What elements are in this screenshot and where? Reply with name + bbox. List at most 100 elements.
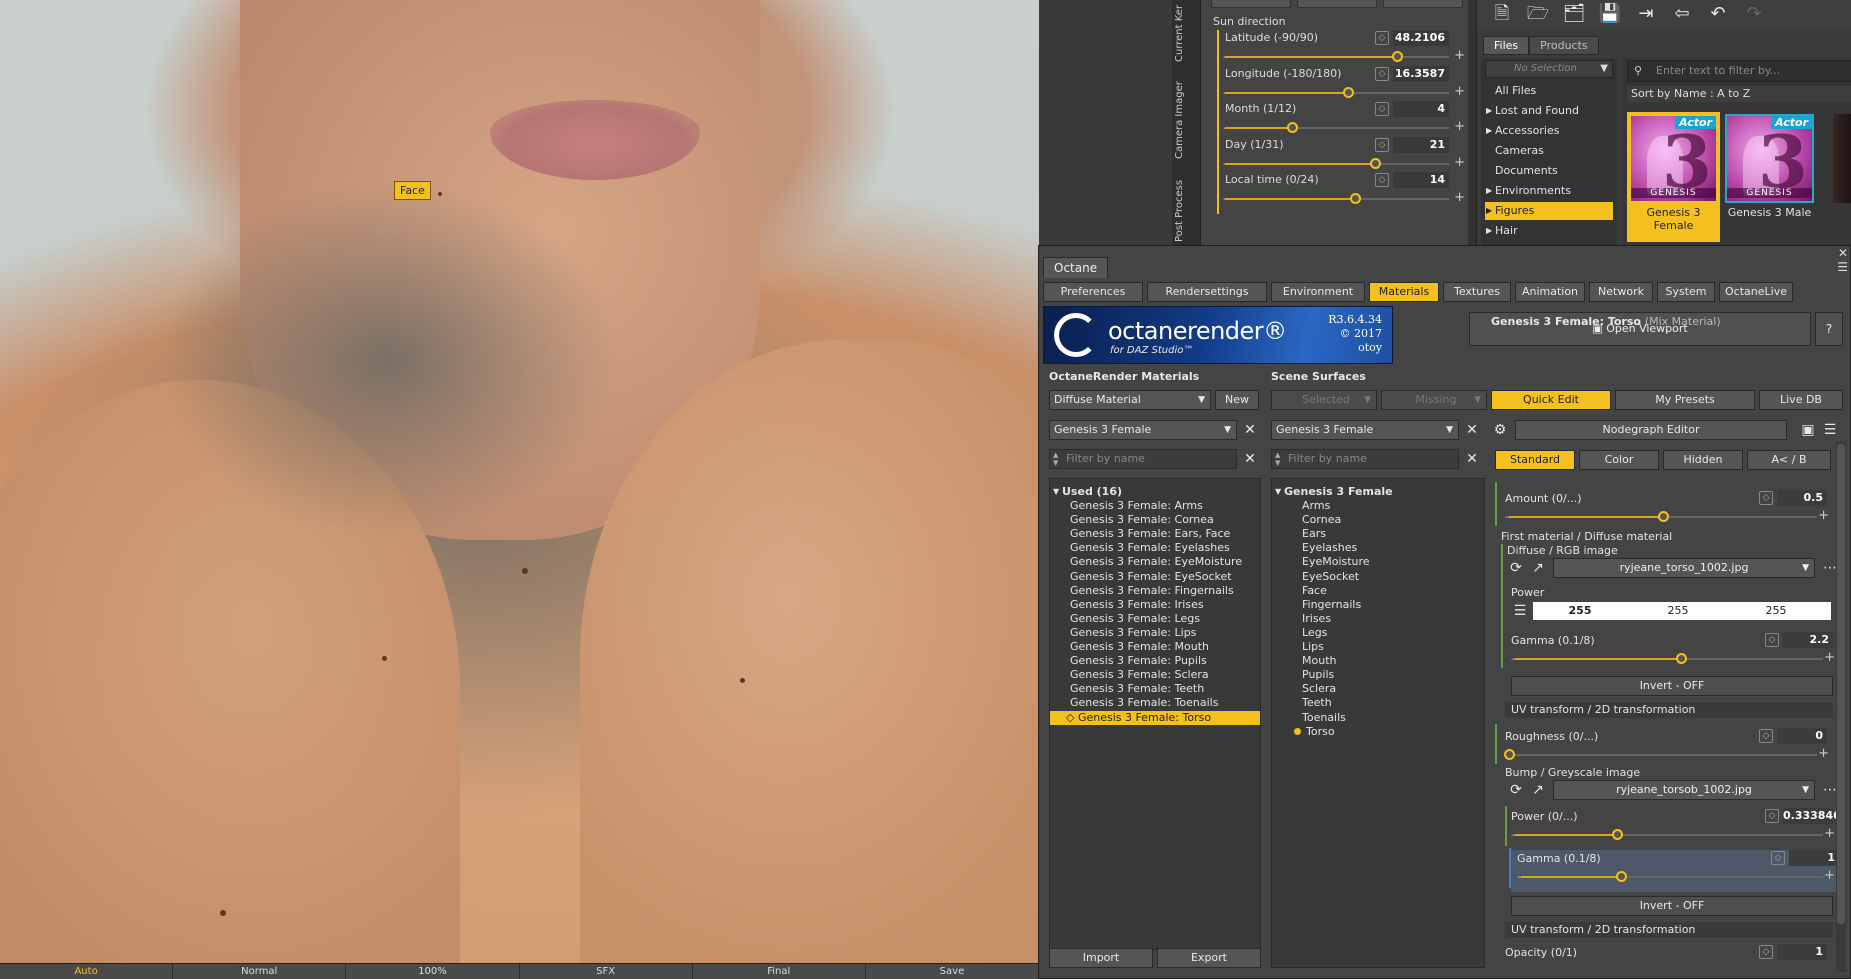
surface-list-item[interactable]: Lips (1272, 640, 1484, 654)
diffuse-file-dropdown[interactable]: ryjeane_torso_1002.jpg ▼ (1553, 558, 1815, 578)
surfaces-figure-dropdown[interactable]: Genesis 3 Female ▼ (1271, 420, 1459, 440)
refresh-icon[interactable]: ⟳ (1507, 559, 1525, 577)
slider-track[interactable] (1509, 511, 1817, 522)
library-selection-dropdown[interactable]: No Selection ▼ (1485, 60, 1613, 78)
material-list-item[interactable]: Genesis 3 Female: Arms (1050, 499, 1260, 513)
slider-handle[interactable] (1349, 193, 1361, 204)
slider-handle[interactable] (1658, 511, 1669, 522)
close-icon[interactable]: ✕ (1838, 246, 1848, 260)
view-standard[interactable]: Standard (1495, 450, 1575, 470)
open-folder-icon[interactable]: 🗁 (1523, 2, 1553, 26)
roughness-param[interactable]: Roughness (0/...)◇0–+ (1499, 728, 1833, 770)
library-item-genesis-3-male[interactable]: 3 Actor GENESIS Genesis 3 Male (1723, 112, 1816, 242)
status-final[interactable]: Final (693, 964, 866, 979)
tab-environment[interactable]: Environment (1271, 282, 1365, 302)
save-icon[interactable]: 💾 (1595, 2, 1625, 26)
tab-textures[interactable]: Textures (1443, 282, 1511, 302)
material-type-dropdown[interactable]: Diffuse Material ▼ (1049, 390, 1211, 410)
keyframe-icon[interactable]: ◇ (1375, 137, 1389, 152)
slider-track[interactable] (1515, 829, 1823, 840)
surface-list-item[interactable]: Teeth (1272, 696, 1484, 710)
octane-panel-title[interactable]: Octane (1043, 257, 1109, 278)
tab-system[interactable]: System (1657, 282, 1715, 302)
slider-handle[interactable] (1676, 653, 1688, 664)
library-tree-item[interactable]: ▶ Figures (1485, 202, 1613, 220)
surface-list-item[interactable]: Arms (1272, 499, 1484, 513)
surface-list-item[interactable]: Legs (1272, 626, 1484, 640)
uv-transform-row[interactable]: UV transform / 2D transformation (1505, 922, 1833, 938)
tab-camera-imager[interactable]: Camera Imager (1174, 80, 1198, 160)
param-value[interactable]: 0.333846 (1783, 808, 1841, 824)
green-value[interactable]: 255 (1633, 602, 1723, 620)
library-tree-item[interactable]: ▶ Lost and Found (1485, 102, 1613, 120)
sun-param-row[interactable]: Local time (0/24)◇14–+ (1217, 172, 1469, 214)
gamma-param[interactable]: Gamma (0.1/8) ◇ 2.2– + (1505, 632, 1839, 674)
face-node-tag[interactable]: Face (394, 181, 431, 200)
slider-track[interactable] (1225, 193, 1449, 204)
increment-icon[interactable]: + (1824, 826, 1835, 841)
opacity-value[interactable]: 1 (1777, 944, 1827, 960)
slider-handle[interactable] (1611, 829, 1623, 840)
surface-list-item[interactable]: Face (1272, 584, 1484, 598)
sun-open-map-button[interactable] (1383, 0, 1463, 8)
view-a-b[interactable]: A< / B (1747, 450, 1831, 470)
surfaces-selected-dropdown[interactable]: Selected ▼ (1271, 390, 1377, 410)
expand-arrow-icon[interactable]: ▼ (1275, 485, 1281, 499)
clear-figure-icon[interactable]: ✕ (1241, 421, 1259, 439)
keyframe-icon[interactable]: ◇ (1375, 66, 1389, 81)
surface-list-item[interactable]: Cornea (1272, 513, 1484, 527)
surface-list-item[interactable]: Torso (1272, 725, 1484, 739)
new-file-icon[interactable]: 🗎 (1487, 2, 1517, 26)
expand-arrow-icon[interactable]: ▶ (1486, 122, 1492, 140)
tab-post-process[interactable]: Post Process (1174, 178, 1198, 244)
sun-now-button[interactable] (1297, 0, 1377, 8)
surfaces-group-header[interactable]: ▼ Genesis 3 Female (1272, 485, 1484, 499)
tab-products[interactable]: Products (1529, 36, 1599, 55)
list-icon[interactable]: ☰ (1821, 421, 1839, 439)
surface-list-item[interactable]: Pupils (1272, 668, 1484, 682)
material-list-item[interactable]: Genesis 3 Female: Cornea (1050, 513, 1260, 527)
tab-animation[interactable]: Animation (1515, 282, 1585, 302)
tab-files[interactable]: Files (1483, 36, 1530, 55)
slider-handle[interactable] (1392, 51, 1404, 62)
tab-octanelive[interactable]: OctaneLive (1719, 282, 1793, 302)
surface-list-item[interactable]: EyeMoisture (1272, 555, 1484, 569)
status-save[interactable]: Save (866, 964, 1040, 979)
redo-icon[interactable]: ↷ (1739, 2, 1769, 26)
expand-arrow-icon[interactable]: ▶ (1486, 102, 1492, 120)
bump-gamma-param[interactable]: Gamma (0.1/8) ◇ 1– + (1511, 850, 1839, 892)
view-color[interactable]: Color (1579, 450, 1659, 470)
bump-power-param[interactable]: Power (0/...) ◇ 0.333846– + (1505, 808, 1841, 850)
material-list-item[interactable]: Genesis 3 Female: EyeSocket (1050, 570, 1260, 584)
status-normal[interactable]: Normal (173, 964, 347, 979)
material-list-item[interactable]: Genesis 3 Female: Fingernails (1050, 584, 1260, 598)
increment-icon[interactable]: + (1454, 84, 1465, 99)
surface-list-item[interactable]: Fingernails (1272, 598, 1484, 612)
tab-quick-edit[interactable]: Quick Edit (1491, 390, 1611, 410)
blue-value[interactable]: 255 (1731, 602, 1821, 620)
slider-handle[interactable] (1504, 749, 1515, 760)
material-list-item[interactable]: Genesis 3 Female: Sclera (1050, 668, 1260, 682)
snapshot-icon[interactable]: ▣ (1799, 421, 1817, 439)
param-value[interactable]: 2.2 (1783, 632, 1833, 648)
library-tree-item[interactable]: ▶ Environments (1485, 182, 1613, 200)
material-list-item[interactable]: Genesis 3 Female: Lips (1050, 626, 1260, 640)
material-list-item[interactable]: Genesis 3 Female: Eyelashes (1050, 541, 1260, 555)
help-button[interactable]: ? (1815, 312, 1843, 346)
slider-track[interactable] (1504, 749, 1817, 760)
keyframe-icon[interactable]: ◇ (1765, 633, 1779, 647)
increment-icon[interactable]: + (1454, 48, 1465, 63)
slider-handle[interactable] (1287, 122, 1299, 133)
tab-preferences[interactable]: Preferences (1043, 282, 1143, 302)
material-list-item[interactable]: Genesis 3 Female: Ears, Face (1050, 527, 1260, 541)
sun-param-value[interactable]: 16.3587 (1393, 65, 1449, 82)
red-value[interactable]: 255 (1535, 602, 1625, 620)
surface-list-item[interactable]: Irises (1272, 612, 1484, 626)
slider-handle[interactable] (1615, 871, 1627, 882)
increment-icon[interactable]: + (1824, 868, 1835, 883)
render-viewport[interactable]: Face (0, 0, 1039, 963)
expand-arrow-icon[interactable]: ▶ (1486, 222, 1492, 240)
increment-icon[interactable]: + (1824, 650, 1835, 665)
param-value[interactable]: 0 (1777, 728, 1827, 744)
surface-list-item[interactable]: Toenails (1272, 711, 1484, 725)
